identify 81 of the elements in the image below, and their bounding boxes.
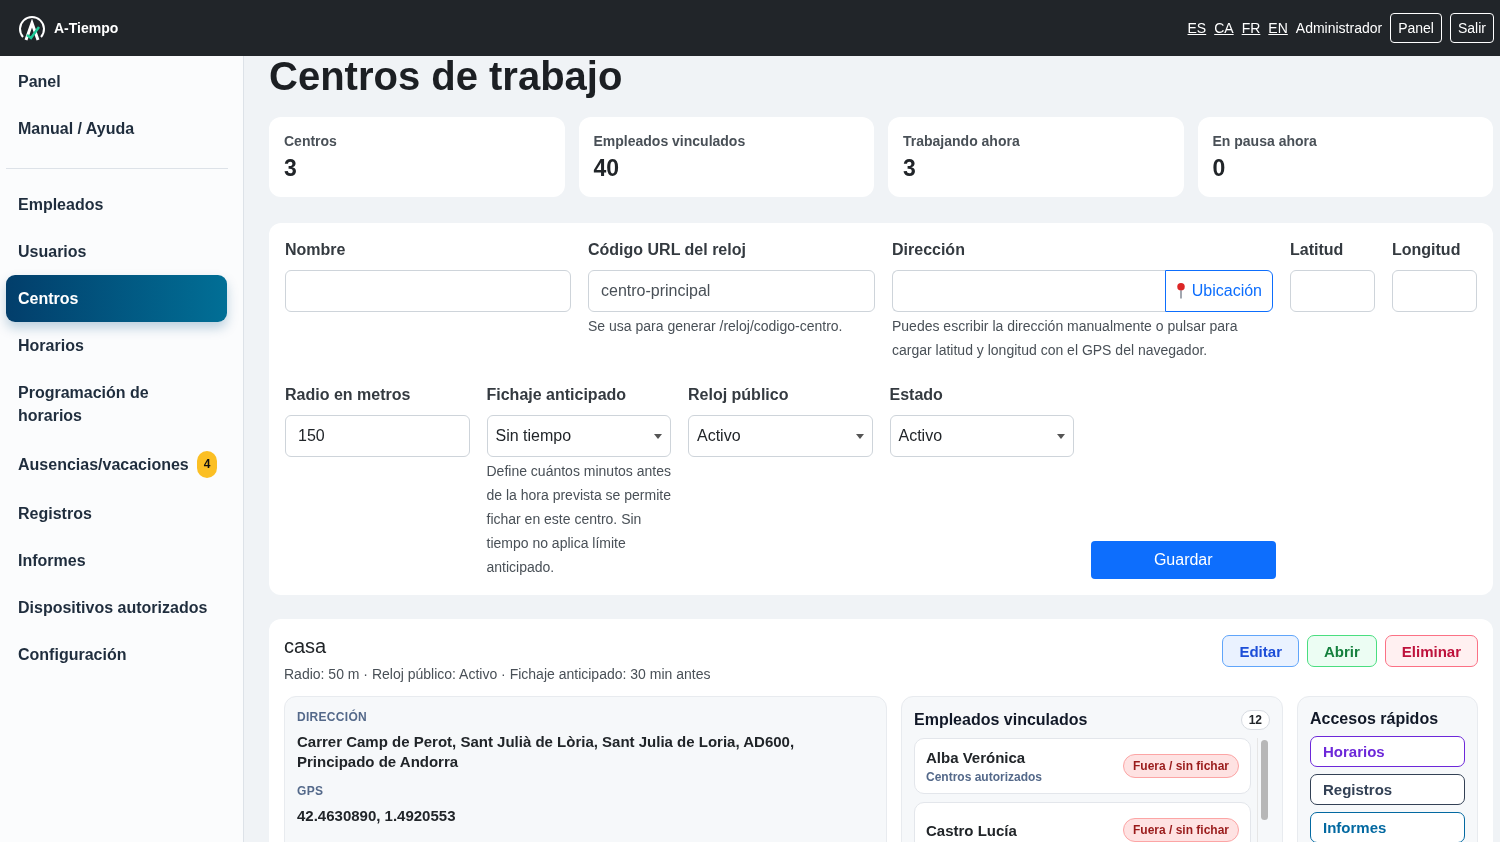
input-field[interactable]: [1290, 270, 1375, 312]
sidebar-item[interactable]: Horarios: [6, 322, 227, 369]
quick-link[interactable]: Horarios: [1310, 736, 1465, 767]
input-field[interactable]: 150: [285, 415, 470, 457]
stat-value: 3: [903, 155, 917, 182]
stat-value: 3: [284, 155, 298, 182]
sidebar-item[interactable]: Ausencias/vacaciones 4: [6, 439, 227, 490]
count-badge: 12: [1240, 710, 1270, 730]
field-hint: Puedes escribir la dirección manualmente o pulsar para cargar latitud y longitud con el GPS del navegador.: [892, 317, 1239, 360]
status-badge: Fuera / sin fichar: [1122, 818, 1239, 842]
caret-icon: [1057, 433, 1065, 439]
stat-label: Trabajando ahora: [903, 133, 1021, 149]
scrollbar-thumb[interactable]: [1260, 740, 1268, 820]
field-label: Código URL del reloj: [588, 241, 747, 259]
section-label: GPS: [297, 784, 325, 798]
caret-icon: [855, 433, 864, 439]
caret-icon: [654, 433, 662, 439]
sidebar-item[interactable]: Panel: [6, 58, 227, 105]
page-title: Centros de trabajo: [269, 56, 624, 96]
status-badge: Fuera / sin fichar: [1122, 754, 1239, 778]
field-hint: Se usa para generar /reloj/codigo-centro.: [588, 317, 844, 336]
center-name: casa: [284, 635, 328, 658]
select-field[interactable]: Activo: [889, 415, 1074, 457]
select-field[interactable]: Activo: [688, 415, 873, 457]
panel-title: Empleados vinculados: [914, 711, 1088, 729]
header-button[interactable]: Panel: [1390, 13, 1442, 43]
field-label: Longitud: [1392, 241, 1462, 259]
save-button[interactable]: Guardar: [1091, 541, 1276, 579]
field-label: Estado: [889, 386, 944, 404]
sidebar-item[interactable]: Usuarios: [6, 228, 227, 275]
sidebar-item[interactable]: Configuración: [6, 631, 227, 678]
employee-card[interactable]: Alba Verónica Centros autorizados Fuera / sin fichar: [914, 738, 1251, 794]
input-field[interactable]: [1392, 270, 1477, 312]
language-link[interactable]: ES: [1187, 20, 1207, 36]
employee-name: Alba Verónica: [926, 748, 1027, 766]
sidebar-item[interactable]: Dispositivos autorizados: [6, 584, 227, 631]
sidebar-item[interactable]: Registros: [6, 490, 227, 537]
pin-icon: [1175, 282, 1186, 300]
language-link[interactable]: CA: [1214, 20, 1234, 36]
select-field[interactable]: Sin tiempo: [486, 415, 671, 457]
quick-link[interactable]: Registros: [1310, 774, 1465, 805]
logo-icon: [17, 13, 47, 43]
sidebar-item[interactable]: Informes: [6, 537, 227, 584]
location-button[interactable]: Ubicación: [1164, 270, 1273, 312]
stat-label: En pausa ahora: [1212, 133, 1318, 149]
employee-subtitle: Centros autorizados: [926, 769, 1042, 784]
employee-name: Castro Lucía: [926, 821, 1017, 839]
gps-coordinates: 42.4630890, 1.4920553: [297, 806, 457, 826]
field-label: Reloj público: [688, 386, 790, 404]
count-badge: 4: [196, 451, 218, 478]
field-label: Nombre: [285, 241, 347, 259]
language-link[interactable]: FR: [1241, 20, 1261, 36]
center-details: Radio: 50 m · Reloj público: Activo · Fichaje anticipado: 30 min antes: [284, 666, 711, 682]
sidebar-item[interactable]: Centros: [6, 275, 227, 322]
stat-value: 0: [1212, 155, 1227, 182]
action-button[interactable]: Editar: [1222, 635, 1299, 667]
action-button[interactable]: Eliminar: [1384, 635, 1478, 667]
stat-value: 40: [593, 155, 621, 182]
input-field[interactable]: centro-principal: [588, 270, 875, 312]
quick-link[interactable]: Informes: [1310, 812, 1465, 842]
user-name: Administrador: [1295, 20, 1383, 36]
field-label: Radio en metros: [285, 386, 412, 404]
input-field[interactable]: [285, 270, 571, 312]
stat-label: Empleados vinculados: [593, 133, 747, 149]
panel-title: Accesos rápidos: [1310, 710, 1440, 728]
brand-name: A-Tiempo: [54, 20, 119, 36]
stat-label: Centros: [284, 133, 338, 149]
employee-card[interactable]: Castro Lucía Fuera / sin fichar: [914, 802, 1251, 842]
field-label: Dirección: [892, 241, 966, 259]
field-hint: Define cuántos minutos antes de la hora prevista se permite fichar en este centro. Sin tiempo no aplica límite anticipado.: [486, 462, 671, 577]
sidebar-item[interactable]: Empleados: [6, 181, 227, 228]
address-text: Carrer Camp de Perot, Sant Julià de Lòria, Sant Julia de Loria, AD600, Principado de Andorra: [297, 732, 796, 772]
sidebar-item[interactable]: Manual / Ayuda: [6, 105, 227, 152]
language-link[interactable]: EN: [1268, 20, 1288, 36]
header-button[interactable]: Salir: [1450, 13, 1494, 43]
sidebar-item[interactable]: Programación de horarios: [6, 369, 227, 439]
section-label: DIRECCIÓN: [297, 710, 369, 724]
field-label: Fichaje anticipado: [486, 386, 628, 404]
input-field[interactable]: [892, 270, 1165, 312]
field-label: Latitud: [1290, 241, 1345, 259]
action-button[interactable]: Abrir: [1306, 635, 1377, 667]
